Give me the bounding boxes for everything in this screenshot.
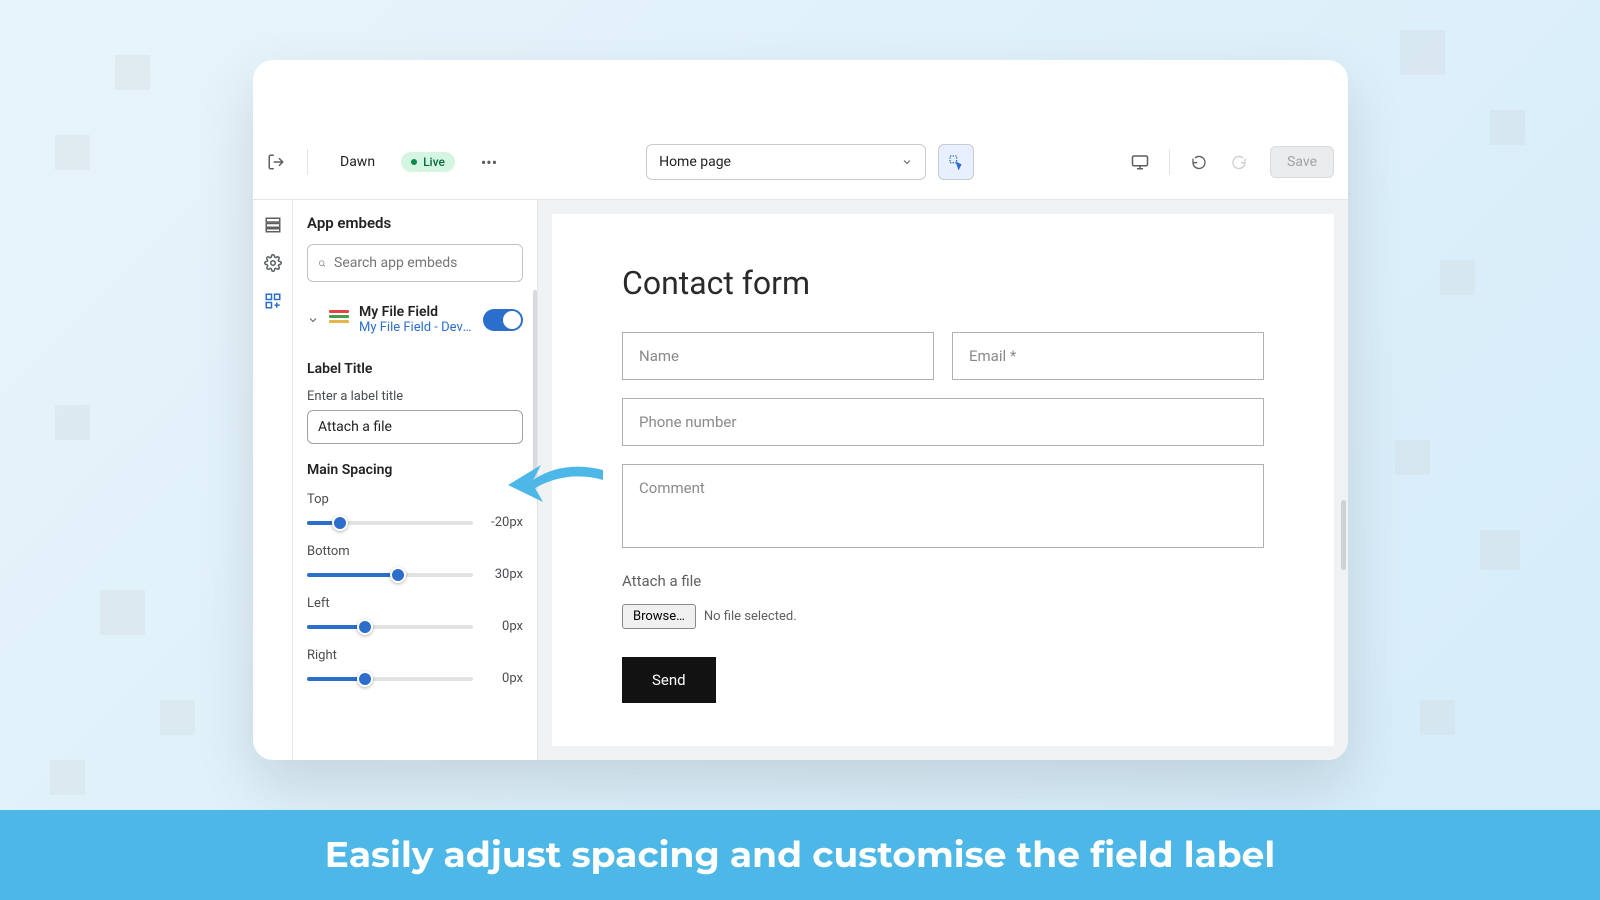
slider-label: Right	[307, 648, 523, 663]
page-selector[interactable]: Home page	[646, 144, 926, 180]
name-field[interactable]: Name	[622, 332, 934, 380]
redo-icon	[1231, 154, 1247, 170]
slider-value: 0px	[481, 619, 523, 634]
caption-bar: Easily adjust spacing and customise the …	[0, 810, 1600, 900]
desktop-icon	[1131, 153, 1149, 171]
app-window: Dawn Live ••• Home page Save	[253, 60, 1348, 760]
app-embeds-icon[interactable]	[264, 292, 282, 310]
chevron-down-icon	[307, 314, 319, 326]
slider-label: Top	[307, 492, 523, 507]
search-input[interactable]	[307, 244, 523, 282]
more-icon[interactable]: •••	[481, 153, 497, 172]
section-main-spacing: Main Spacing	[293, 444, 537, 486]
desktop-view-button[interactable]	[1123, 145, 1157, 179]
app-icon	[329, 310, 349, 330]
slider-value: 0px	[481, 671, 523, 686]
slider-label: Bottom	[307, 544, 523, 559]
sections-icon[interactable]	[264, 216, 282, 234]
theme-name: Dawn	[340, 154, 375, 170]
attach-label: Attach a file	[622, 572, 1264, 590]
callout-arrow-icon	[503, 440, 613, 530]
spacing-slider[interactable]	[307, 573, 473, 577]
form-title: Contact form	[622, 264, 1264, 302]
status-badge: Live	[401, 152, 455, 172]
slider-label: Left	[307, 596, 523, 611]
settings-icon[interactable]	[264, 254, 282, 272]
comment-field[interactable]: Comment	[622, 464, 1264, 548]
browse-button[interactable]: Browse…	[622, 604, 696, 629]
embed-toggle[interactable]	[483, 309, 523, 331]
topbar: Dawn Live ••• Home page Save	[253, 125, 1348, 200]
exit-icon[interactable]	[267, 153, 285, 171]
page-selector-label: Home page	[659, 154, 731, 170]
spacing-slider[interactable]	[307, 625, 473, 629]
label-title-input[interactable]: Attach a file	[307, 410, 523, 444]
undo-button[interactable]	[1182, 145, 1216, 179]
cursor-icon	[948, 154, 964, 170]
file-status: No file selected.	[704, 609, 797, 624]
field-hint: Enter a label title	[293, 385, 537, 410]
chevron-down-icon	[901, 156, 913, 168]
caption-text: Easily adjust spacing and customise the …	[325, 833, 1275, 877]
email-field[interactable]: Email *	[952, 332, 1264, 380]
section-label-title: Label Title	[293, 343, 537, 385]
sidebar: App embeds My File Field My File Field -…	[293, 200, 538, 760]
left-rail	[253, 200, 293, 760]
preview-pane: Contact form Name Email * Phone number C…	[538, 200, 1348, 760]
embed-subtitle: My File Field - Develop…	[359, 320, 473, 335]
slider-value: 30px	[481, 567, 523, 582]
search-icon	[318, 256, 326, 271]
sidebar-title: App embeds	[293, 214, 537, 244]
preview-canvas: Contact form Name Email * Phone number C…	[552, 214, 1334, 746]
spacing-slider[interactable]	[307, 521, 473, 525]
inspect-button[interactable]	[938, 144, 974, 180]
search-field[interactable]	[334, 255, 512, 271]
phone-field[interactable]: Phone number	[622, 398, 1264, 446]
spacing-slider[interactable]	[307, 677, 473, 681]
undo-icon	[1191, 154, 1207, 170]
send-button[interactable]: Send	[622, 657, 716, 703]
embed-item[interactable]: My File Field My File Field - Develop…	[293, 296, 537, 343]
embed-name: My File Field	[359, 304, 473, 320]
save-button[interactable]: Save	[1270, 146, 1334, 178]
redo-button[interactable]	[1222, 145, 1256, 179]
